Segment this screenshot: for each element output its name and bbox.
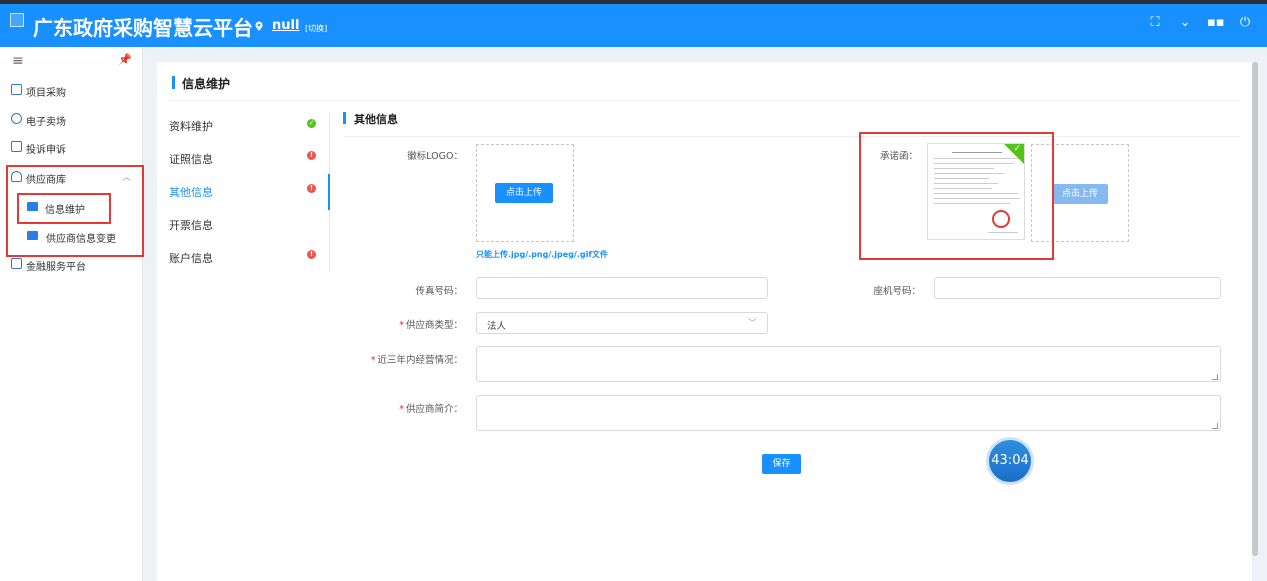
fax-input[interactable] xyxy=(476,277,768,299)
app-title: 广东政府采购智慧云平台 xyxy=(33,16,253,40)
countdown-timer[interactable]: 43:04 xyxy=(986,437,1034,485)
chevron-down-icon: ﹀ xyxy=(747,319,757,329)
logo-upload-button[interactable]: 点击上传 xyxy=(495,183,553,203)
sidebar-item-label: 电子卖场 xyxy=(26,117,66,128)
resize-handle-icon[interactable] xyxy=(1212,423,1218,429)
supplier-type-value: 法人 xyxy=(487,321,507,332)
operations-label: * 近三年内经营情况： xyxy=(370,355,463,366)
supplier-intro-textarea[interactable] xyxy=(476,395,1221,431)
menu-icon[interactable]: ≡ xyxy=(12,53,24,69)
switch-location-link[interactable]: [切换] xyxy=(305,23,327,34)
shield-icon xyxy=(11,84,22,95)
error-icon: ! xyxy=(307,250,316,259)
highlight-box-promise-letter xyxy=(859,132,1054,260)
sidebar-item-project-procurement[interactable]: 项目采购 xyxy=(0,77,143,103)
page-title: 信息维护 xyxy=(182,77,231,91)
divider xyxy=(343,136,1241,137)
tab-license-info[interactable]: 证照信息 xyxy=(169,151,213,167)
finance-icon xyxy=(11,258,22,269)
grid-icon[interactable]: ▪▪ xyxy=(1207,15,1225,31)
top-bar: 广东政府采购智慧云平台 null [切换] ⛶ ⌄ ▪▪ ⏻ xyxy=(0,4,1267,47)
fullscreen-icon[interactable]: ⛶ xyxy=(1147,15,1163,31)
promise-upload-button[interactable]: 点击上传 xyxy=(1052,184,1108,204)
chevron-down-icon[interactable]: ⌄ xyxy=(1177,15,1193,31)
section-title: 其他信息 xyxy=(354,113,398,126)
fax-label: 传真号码： xyxy=(415,286,463,297)
pin-icon[interactable]: 📌 xyxy=(118,53,132,66)
logo-label: 徽标LOGO： xyxy=(407,151,463,162)
highlight-box-info-maintenance xyxy=(17,193,111,224)
divider xyxy=(167,100,1240,101)
error-icon: ! xyxy=(307,184,316,193)
power-icon[interactable]: ⏻ xyxy=(1237,15,1253,31)
scrollbar[interactable] xyxy=(1252,62,1258,556)
phone-input[interactable] xyxy=(934,277,1221,299)
save-button[interactable]: 保存 xyxy=(762,454,801,474)
sidebar-item-label: 金融服务平台 xyxy=(26,262,86,273)
section-accent-bar xyxy=(343,112,346,124)
tab-invoice-info[interactable]: 开票信息 xyxy=(169,217,213,233)
check-icon: ✓ xyxy=(307,119,316,128)
tab-basic-info[interactable]: 资料维护 xyxy=(169,118,213,134)
title-accent-bar xyxy=(172,76,175,89)
sidebar: ≡ 📌 项目采购 电子卖场 投诉申诉 供应商库 ︿ 信息维护 供应商信息变更 金… xyxy=(0,47,143,581)
sidebar-item-complaints[interactable]: 投诉申诉 xyxy=(0,134,143,160)
sidebar-top: ≡ 📌 xyxy=(0,47,142,75)
supplier-intro-label: * 供应商简介： xyxy=(399,404,463,415)
upload-hint: 只能上传.jpg/.png/.jpeg/.gif文件 xyxy=(476,250,608,259)
supplier-type-select[interactable]: 法人 ﹀ xyxy=(476,312,768,334)
logo-image xyxy=(10,13,24,27)
sidebar-item-label: 投诉申诉 xyxy=(26,145,66,156)
sidebar-item-label: 项目采购 xyxy=(26,88,66,99)
toolbar-icons: ⛶ ⌄ ▪▪ ⏻ xyxy=(1147,15,1253,31)
main-panel: 信息维护 资料维护 ✓ 证照信息 ! 其他信息 ! 开票信息 账户信息 ! 其他… xyxy=(157,62,1252,581)
resize-handle-icon[interactable] xyxy=(1212,374,1218,380)
active-tab-indicator xyxy=(328,174,330,210)
sidebar-item-e-mall[interactable]: 电子卖场 xyxy=(0,106,143,132)
location-icon xyxy=(255,21,263,31)
operations-textarea[interactable] xyxy=(476,346,1221,382)
tab-other-info[interactable]: 其他信息 xyxy=(169,184,213,200)
phone-label: 座机号码： xyxy=(873,286,921,297)
error-icon: ! xyxy=(307,151,316,160)
store-icon xyxy=(11,113,22,124)
complaint-icon xyxy=(11,141,22,152)
location-name[interactable]: null xyxy=(272,18,299,33)
tab-account-info[interactable]: 账户信息 xyxy=(169,250,213,266)
supplier-type-label: * 供应商类型： xyxy=(399,320,463,331)
